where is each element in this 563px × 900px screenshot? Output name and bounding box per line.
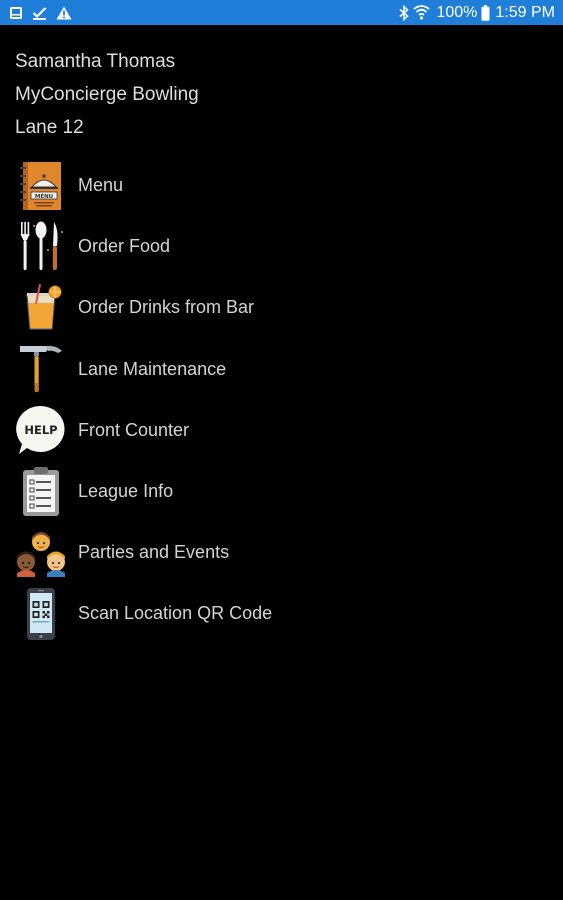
drink-glass-icon [14,281,68,335]
task-done-icon [32,6,47,20]
menu-item-front-counter[interactable]: HELP Front Counter [14,400,534,461]
menu-item-order-food[interactable]: Order Food [14,216,534,277]
help-text: HELP [24,423,57,437]
status-bar-notifications [9,6,81,20]
menu-item-label: League Info [78,481,174,502]
user-name: Samantha Thomas [15,51,176,72]
venue-info: Samantha Thomas MyConcierge Bowling Lane… [15,45,199,144]
menu-item-menu[interactable]: MENU Menu [14,155,534,216]
warning-icon [56,6,72,20]
menu-item-parties-events[interactable]: Parties and Events [14,522,534,583]
clock: 1:59 PM [495,3,555,21]
menu-item-label: Scan Location QR Code [78,603,273,624]
concierge-menu: MENU Menu Order Food Order Drinks from B… [14,155,534,645]
menu-item-label: Lane Maintenance [78,358,227,379]
menu-item-scan-qr[interactable]: Scan Location QR Code [14,583,534,644]
menu-item-label: Order Food [78,236,171,257]
menu-item-label: Menu [78,175,124,196]
status-bar-system: 100% 1:59 PM [395,4,555,22]
cutlery-icon [14,220,68,274]
hammer-icon [14,342,68,396]
help-bubble-icon: HELP [14,403,68,457]
menu-item-order-drinks[interactable]: Order Drinks from Bar [14,277,534,338]
people-icon [14,526,68,580]
wifi-icon [413,4,431,21]
svg-text:MENU: MENU [35,194,53,200]
menu-item-label: Order Drinks from Bar [78,297,255,318]
menu-item-lane-maintenance[interactable]: Lane Maintenance [14,339,534,400]
battery-icon [481,4,490,21]
battery-percent: 100% [436,3,478,21]
image-notification-icon [9,6,23,20]
menu-item-label: Parties and Events [78,542,230,563]
menu-item-label: Front Counter [78,419,190,440]
restaurant-menu-icon: MENU [14,159,68,213]
bluetooth-icon [399,4,410,21]
venue-name: MyConcierge Bowling [15,84,199,105]
lane-number: Lane 12 [15,117,84,138]
status-bar: 100% 1:59 PM [0,0,563,25]
clipboard-icon [14,465,68,519]
menu-item-league-info[interactable]: League Info [14,461,534,522]
qr-phone-icon [14,587,68,641]
